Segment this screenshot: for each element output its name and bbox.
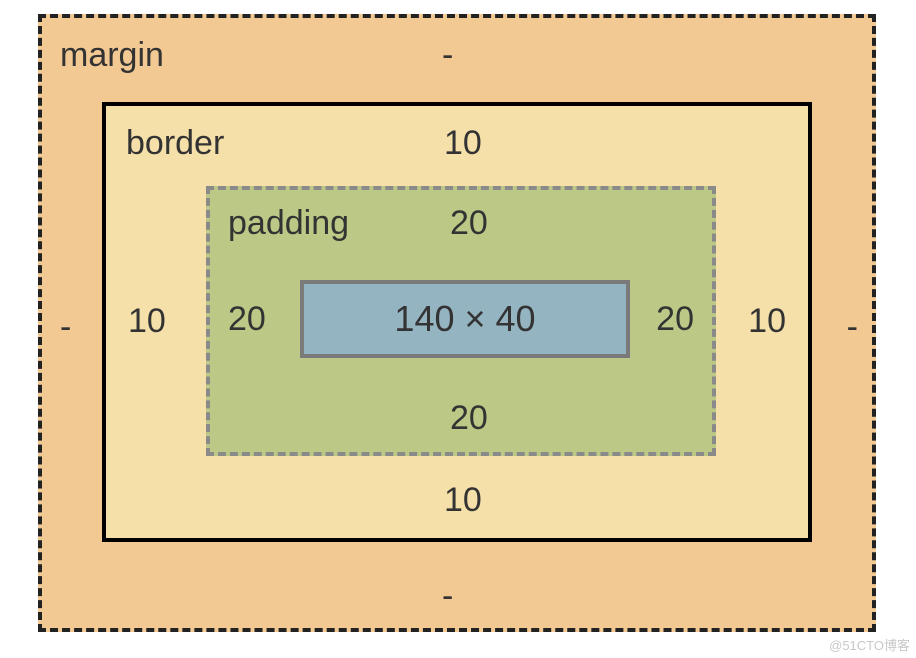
margin-layer: margin - - - - border 10 10 10 10 paddin… xyxy=(38,14,876,632)
border-bottom-value: 10 xyxy=(444,481,482,520)
border-right-value: 10 xyxy=(748,302,786,341)
padding-label: padding xyxy=(228,204,349,243)
border-label: border xyxy=(126,124,224,163)
border-top-value: 10 xyxy=(444,124,482,163)
watermark: @51CTO博客 xyxy=(829,635,910,654)
margin-label: margin xyxy=(60,36,164,75)
margin-right-value: - xyxy=(847,308,858,347)
padding-bottom-value: 20 xyxy=(450,399,488,438)
padding-right-value: 20 xyxy=(656,300,694,339)
content-dimensions: 140 × 40 xyxy=(394,298,535,340)
margin-left-value: - xyxy=(60,308,71,347)
margin-top-value: - xyxy=(442,36,453,75)
padding-top-value: 20 xyxy=(450,204,488,243)
padding-layer: padding 20 20 20 20 140 × 40 xyxy=(206,186,716,456)
border-left-value: 10 xyxy=(128,302,166,341)
margin-bottom-value: - xyxy=(442,577,453,616)
padding-left-value: 20 xyxy=(228,300,266,339)
content-layer: 140 × 40 xyxy=(300,280,630,358)
border-layer: border 10 10 10 10 padding 20 20 20 20 1… xyxy=(102,102,812,542)
